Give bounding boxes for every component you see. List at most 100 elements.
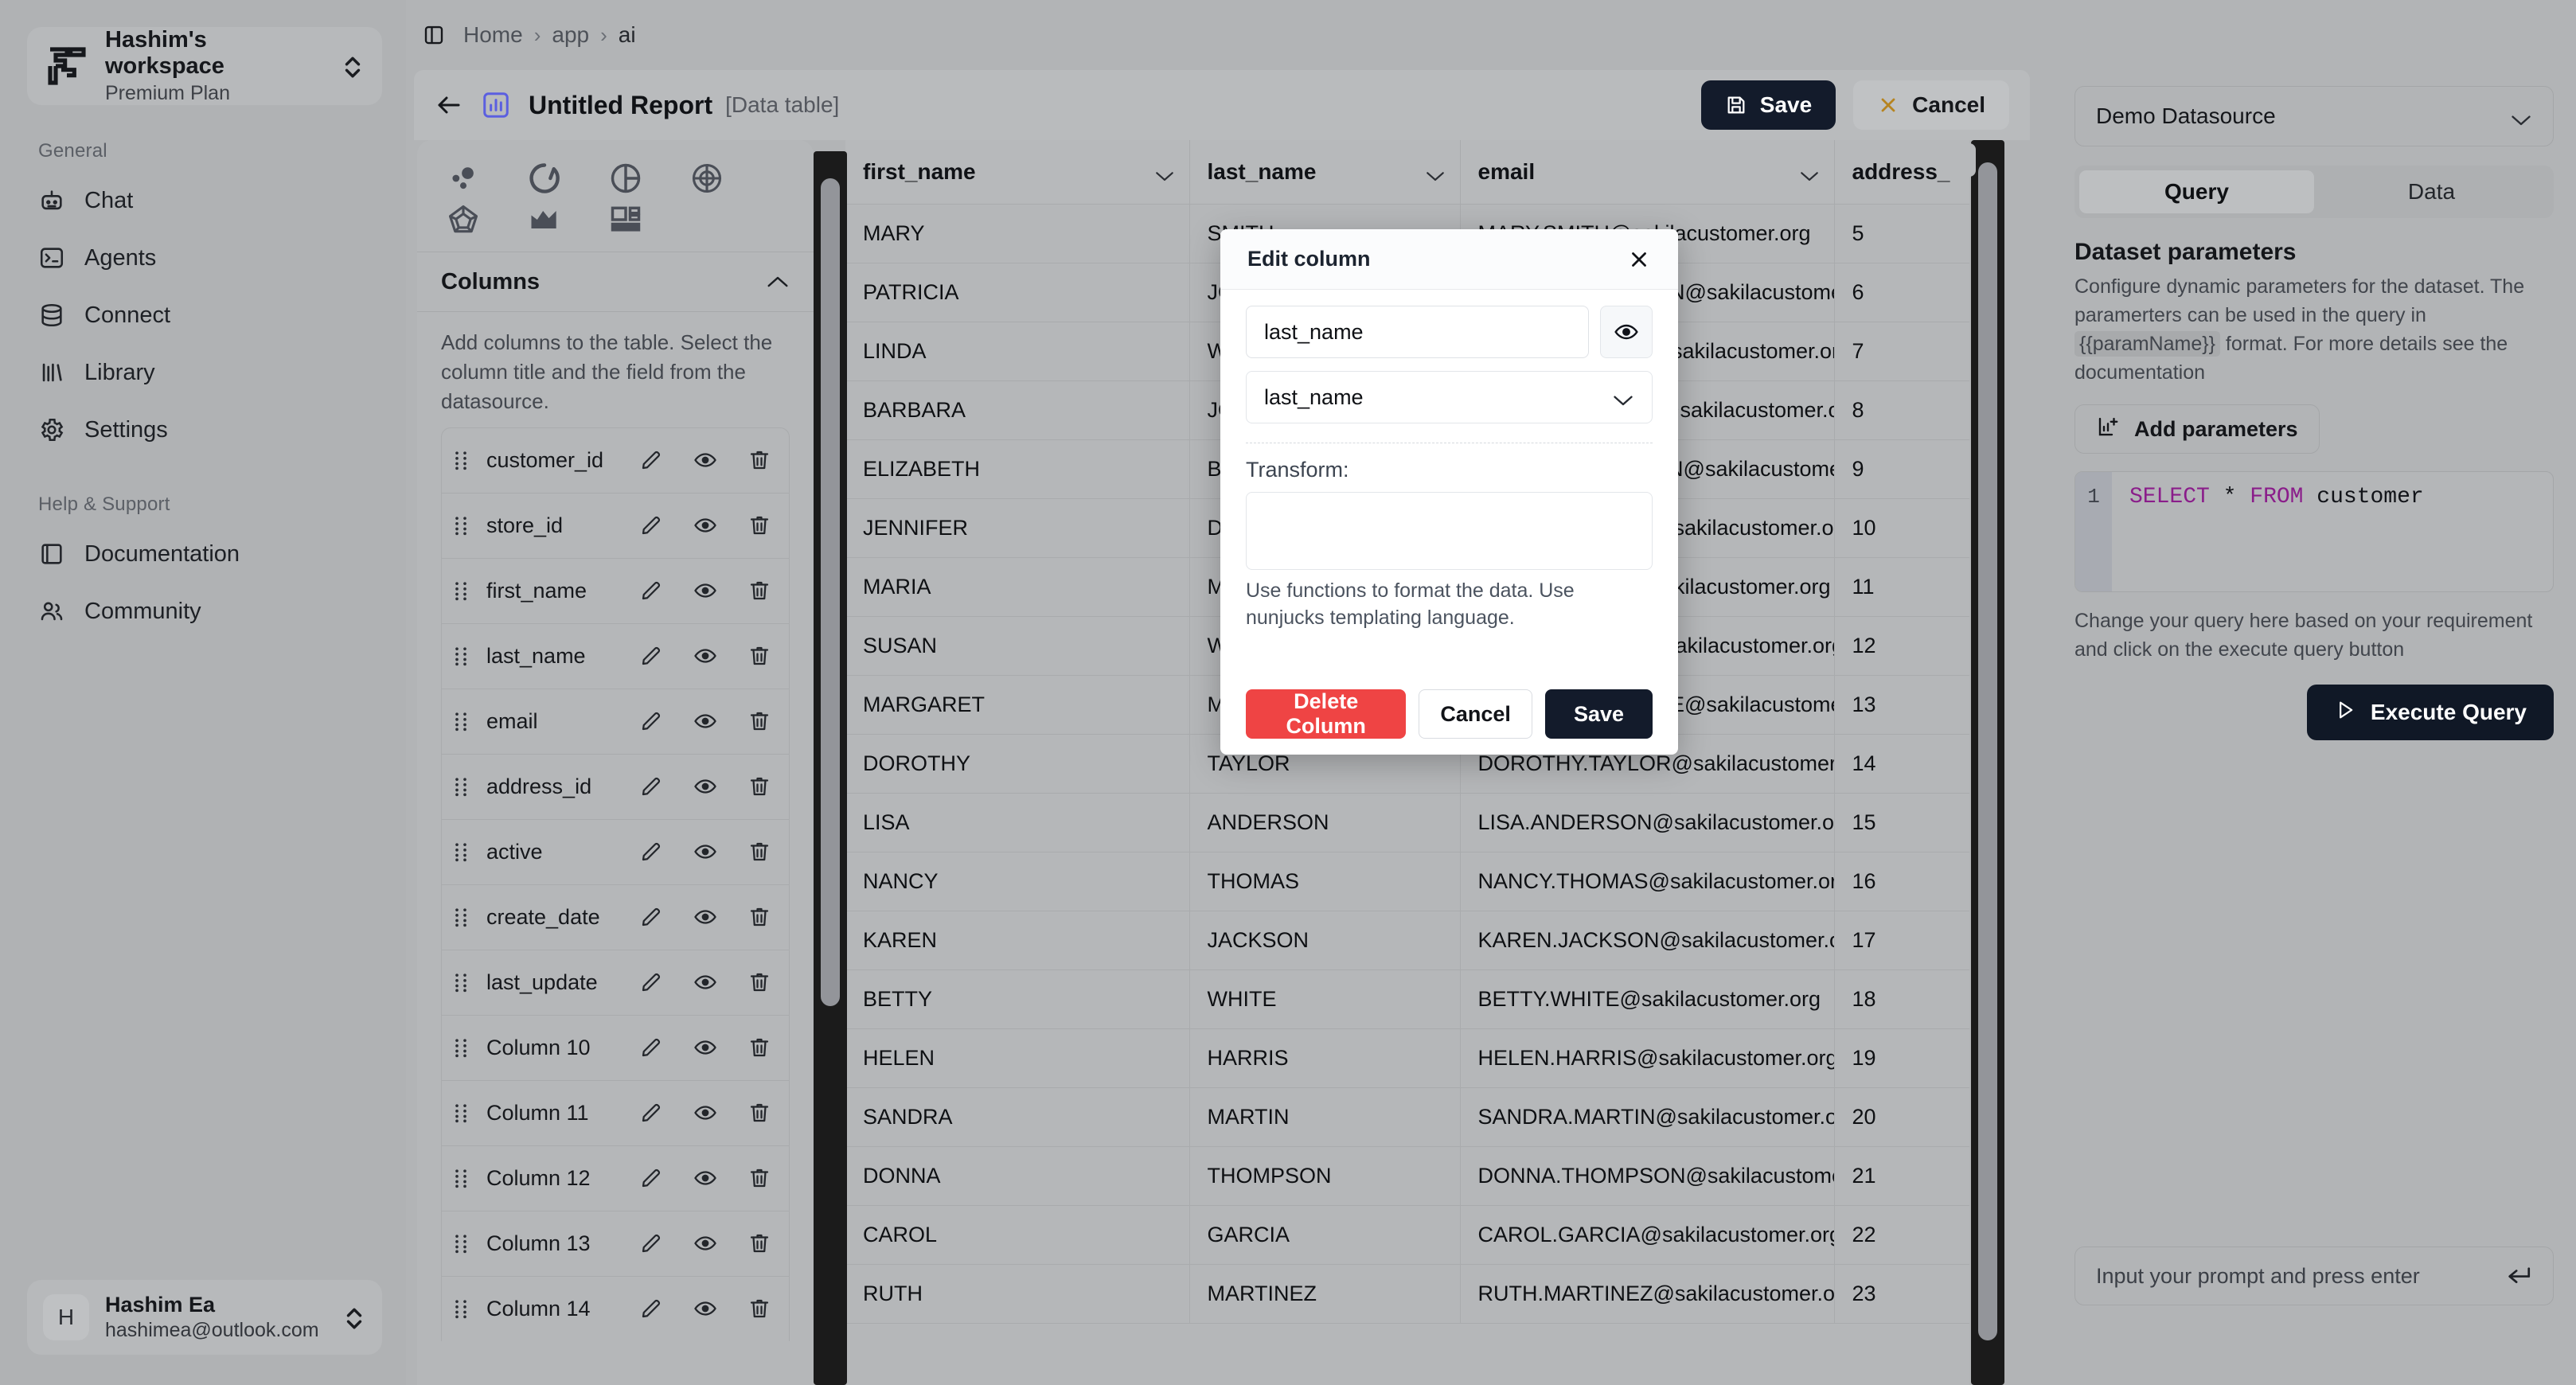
eye-icon[interactable] (687, 905, 724, 929)
table-row[interactable]: NANCY THOMAS NANCY.THOMAS@sakilacustomer.o… (845, 852, 1969, 911)
scrollbar-thumb[interactable] (1978, 162, 1997, 1340)
edit-icon[interactable] (633, 644, 669, 668)
execute-query-button[interactable]: Execute Query (2306, 685, 2554, 740)
data-table-icon[interactable] (599, 199, 680, 240)
edit-icon[interactable] (633, 1166, 669, 1190)
trash-icon[interactable] (741, 970, 778, 994)
column-list-item[interactable]: Column 14 (441, 1275, 790, 1341)
eye-icon[interactable] (687, 970, 724, 994)
chevron-down-icon[interactable] (1799, 164, 1820, 181)
column-list-item[interactable]: address_id (441, 753, 790, 819)
modal-save-button[interactable]: Save (1544, 689, 1653, 739)
trash-icon[interactable] (741, 448, 778, 472)
eye-icon[interactable] (687, 448, 724, 472)
breadcrumb-item-ai[interactable]: ai (619, 22, 636, 48)
trash-icon[interactable] (741, 1036, 778, 1059)
drag-handle-icon[interactable] (453, 711, 469, 732)
edit-icon[interactable] (633, 448, 669, 472)
table-column-header[interactable]: email (1460, 140, 1835, 205)
save-button[interactable]: Save (1700, 80, 1836, 130)
sidebar-item-agents[interactable]: Agents (27, 229, 382, 287)
sidebar-item-chat[interactable]: Chat (27, 172, 382, 229)
eye-icon[interactable] (687, 644, 724, 668)
table-row[interactable]: LISA ANDERSON LISA.ANDERSON@sakilacustomer… (845, 793, 1969, 852)
edit-icon[interactable] (633, 840, 669, 864)
columns-section-header[interactable]: Columns (417, 252, 814, 311)
panel-toggle-icon[interactable] (422, 23, 446, 47)
eye-icon[interactable] (687, 1166, 724, 1190)
edit-icon[interactable] (633, 1231, 669, 1255)
trash-icon[interactable] (741, 644, 778, 668)
eye-icon[interactable] (687, 513, 724, 537)
drag-handle-icon[interactable] (453, 646, 469, 666)
column-list-item[interactable]: Column 10 (441, 1014, 790, 1080)
eye-icon[interactable] (687, 709, 724, 733)
column-list-item[interactable]: create_date (441, 884, 790, 950)
table-row[interactable]: SANDRA MARTIN SANDRA.MARTIN@sakilacustomer… (845, 1087, 1969, 1147)
eye-icon[interactable] (1600, 306, 1653, 358)
column-list-item[interactable]: last_update (441, 949, 790, 1015)
drag-handle-icon[interactable] (453, 1037, 469, 1058)
edit-icon[interactable] (633, 970, 669, 994)
user-account-switcher[interactable]: H Hashim Ea hashimea@outlook.com (27, 1280, 382, 1355)
drag-handle-icon[interactable] (453, 580, 469, 601)
column-list-item[interactable]: Column 13 (441, 1210, 790, 1276)
prompt-input-container[interactable] (2074, 1246, 2554, 1305)
eye-icon[interactable] (687, 1231, 724, 1255)
column-list-item[interactable]: email (441, 688, 790, 754)
table-column-header[interactable]: last_name (1189, 140, 1461, 205)
table-row[interactable]: RUTH MARTINEZ RUTH.MARTINEZ@sakilacustomer… (845, 1264, 1969, 1324)
drag-handle-icon[interactable] (453, 1168, 469, 1188)
polygon-chart-icon[interactable] (436, 199, 517, 240)
table-column-header[interactable]: first_name (845, 140, 1190, 205)
sql-editor[interactable]: 1 SELECT * FROM customer (2074, 471, 2554, 592)
trash-icon[interactable] (741, 709, 778, 733)
trash-icon[interactable] (741, 840, 778, 864)
scatter-chart-icon[interactable] (436, 158, 517, 199)
workspace-switcher[interactable]: Hashim's workspace Premium Plan (27, 27, 382, 105)
radar-chart-icon[interactable] (680, 158, 761, 199)
pie-chart-icon[interactable] (599, 158, 680, 199)
trash-icon[interactable] (741, 1166, 778, 1190)
modal-cancel-button[interactable]: Cancel (1419, 689, 1532, 739)
chevron-down-icon[interactable] (1425, 164, 1446, 181)
chevron-down-icon[interactable] (1154, 164, 1175, 181)
trash-icon[interactable] (741, 513, 778, 537)
column-list-item[interactable]: store_id (441, 492, 790, 558)
add-parameters-button[interactable]: Add parameters (2074, 404, 2320, 454)
eye-icon[interactable] (687, 579, 724, 603)
drag-handle-icon[interactable] (453, 515, 469, 536)
drag-handle-icon[interactable] (453, 1102, 469, 1123)
table-vertical-scrollbar-right[interactable] (1971, 140, 2004, 1385)
back-arrow-icon[interactable] (435, 93, 463, 117)
edit-icon[interactable] (633, 1036, 669, 1059)
eye-icon[interactable] (687, 1101, 724, 1125)
drag-handle-icon[interactable] (453, 1298, 469, 1319)
table-vertical-scrollbar-left[interactable] (814, 151, 847, 1385)
delete-column-button[interactable]: Delete Column (1246, 689, 1407, 739)
prompt-input[interactable] (2096, 1263, 2505, 1289)
column-list-item[interactable]: Column 12 (441, 1145, 790, 1211)
breadcrumb-item-home[interactable]: Home (463, 22, 523, 48)
column-name-input[interactable] (1246, 306, 1589, 358)
table-row[interactable]: KAREN JACKSON KAREN.JACKSON@sakilacustomer… (845, 911, 1969, 970)
edit-icon[interactable] (633, 709, 669, 733)
sidebar-item-connect[interactable]: Connect (27, 287, 382, 344)
transform-textarea[interactable] (1246, 492, 1653, 570)
edit-icon[interactable] (633, 1101, 669, 1125)
table-row[interactable]: HELEN HARRIS HELEN.HARRIS@sakilacustomer.o… (845, 1028, 1969, 1088)
edit-icon[interactable] (633, 579, 669, 603)
eye-icon[interactable] (687, 774, 724, 798)
trash-icon[interactable] (741, 905, 778, 929)
drag-handle-icon[interactable] (453, 1233, 469, 1254)
column-field-select[interactable]: last_name (1246, 371, 1653, 423)
column-list-item[interactable]: active (441, 818, 790, 884)
sidebar-item-library[interactable]: Library (27, 344, 382, 401)
table-row[interactable]: DONNA THOMPSON DONNA.THOMPSON@sakilacustom… (845, 1146, 1969, 1206)
trash-icon[interactable] (741, 1297, 778, 1321)
drag-handle-icon[interactable] (453, 776, 469, 797)
eye-icon[interactable] (687, 1297, 724, 1321)
close-icon[interactable] (1627, 248, 1651, 271)
trash-icon[interactable] (741, 774, 778, 798)
eye-icon[interactable] (687, 1036, 724, 1059)
